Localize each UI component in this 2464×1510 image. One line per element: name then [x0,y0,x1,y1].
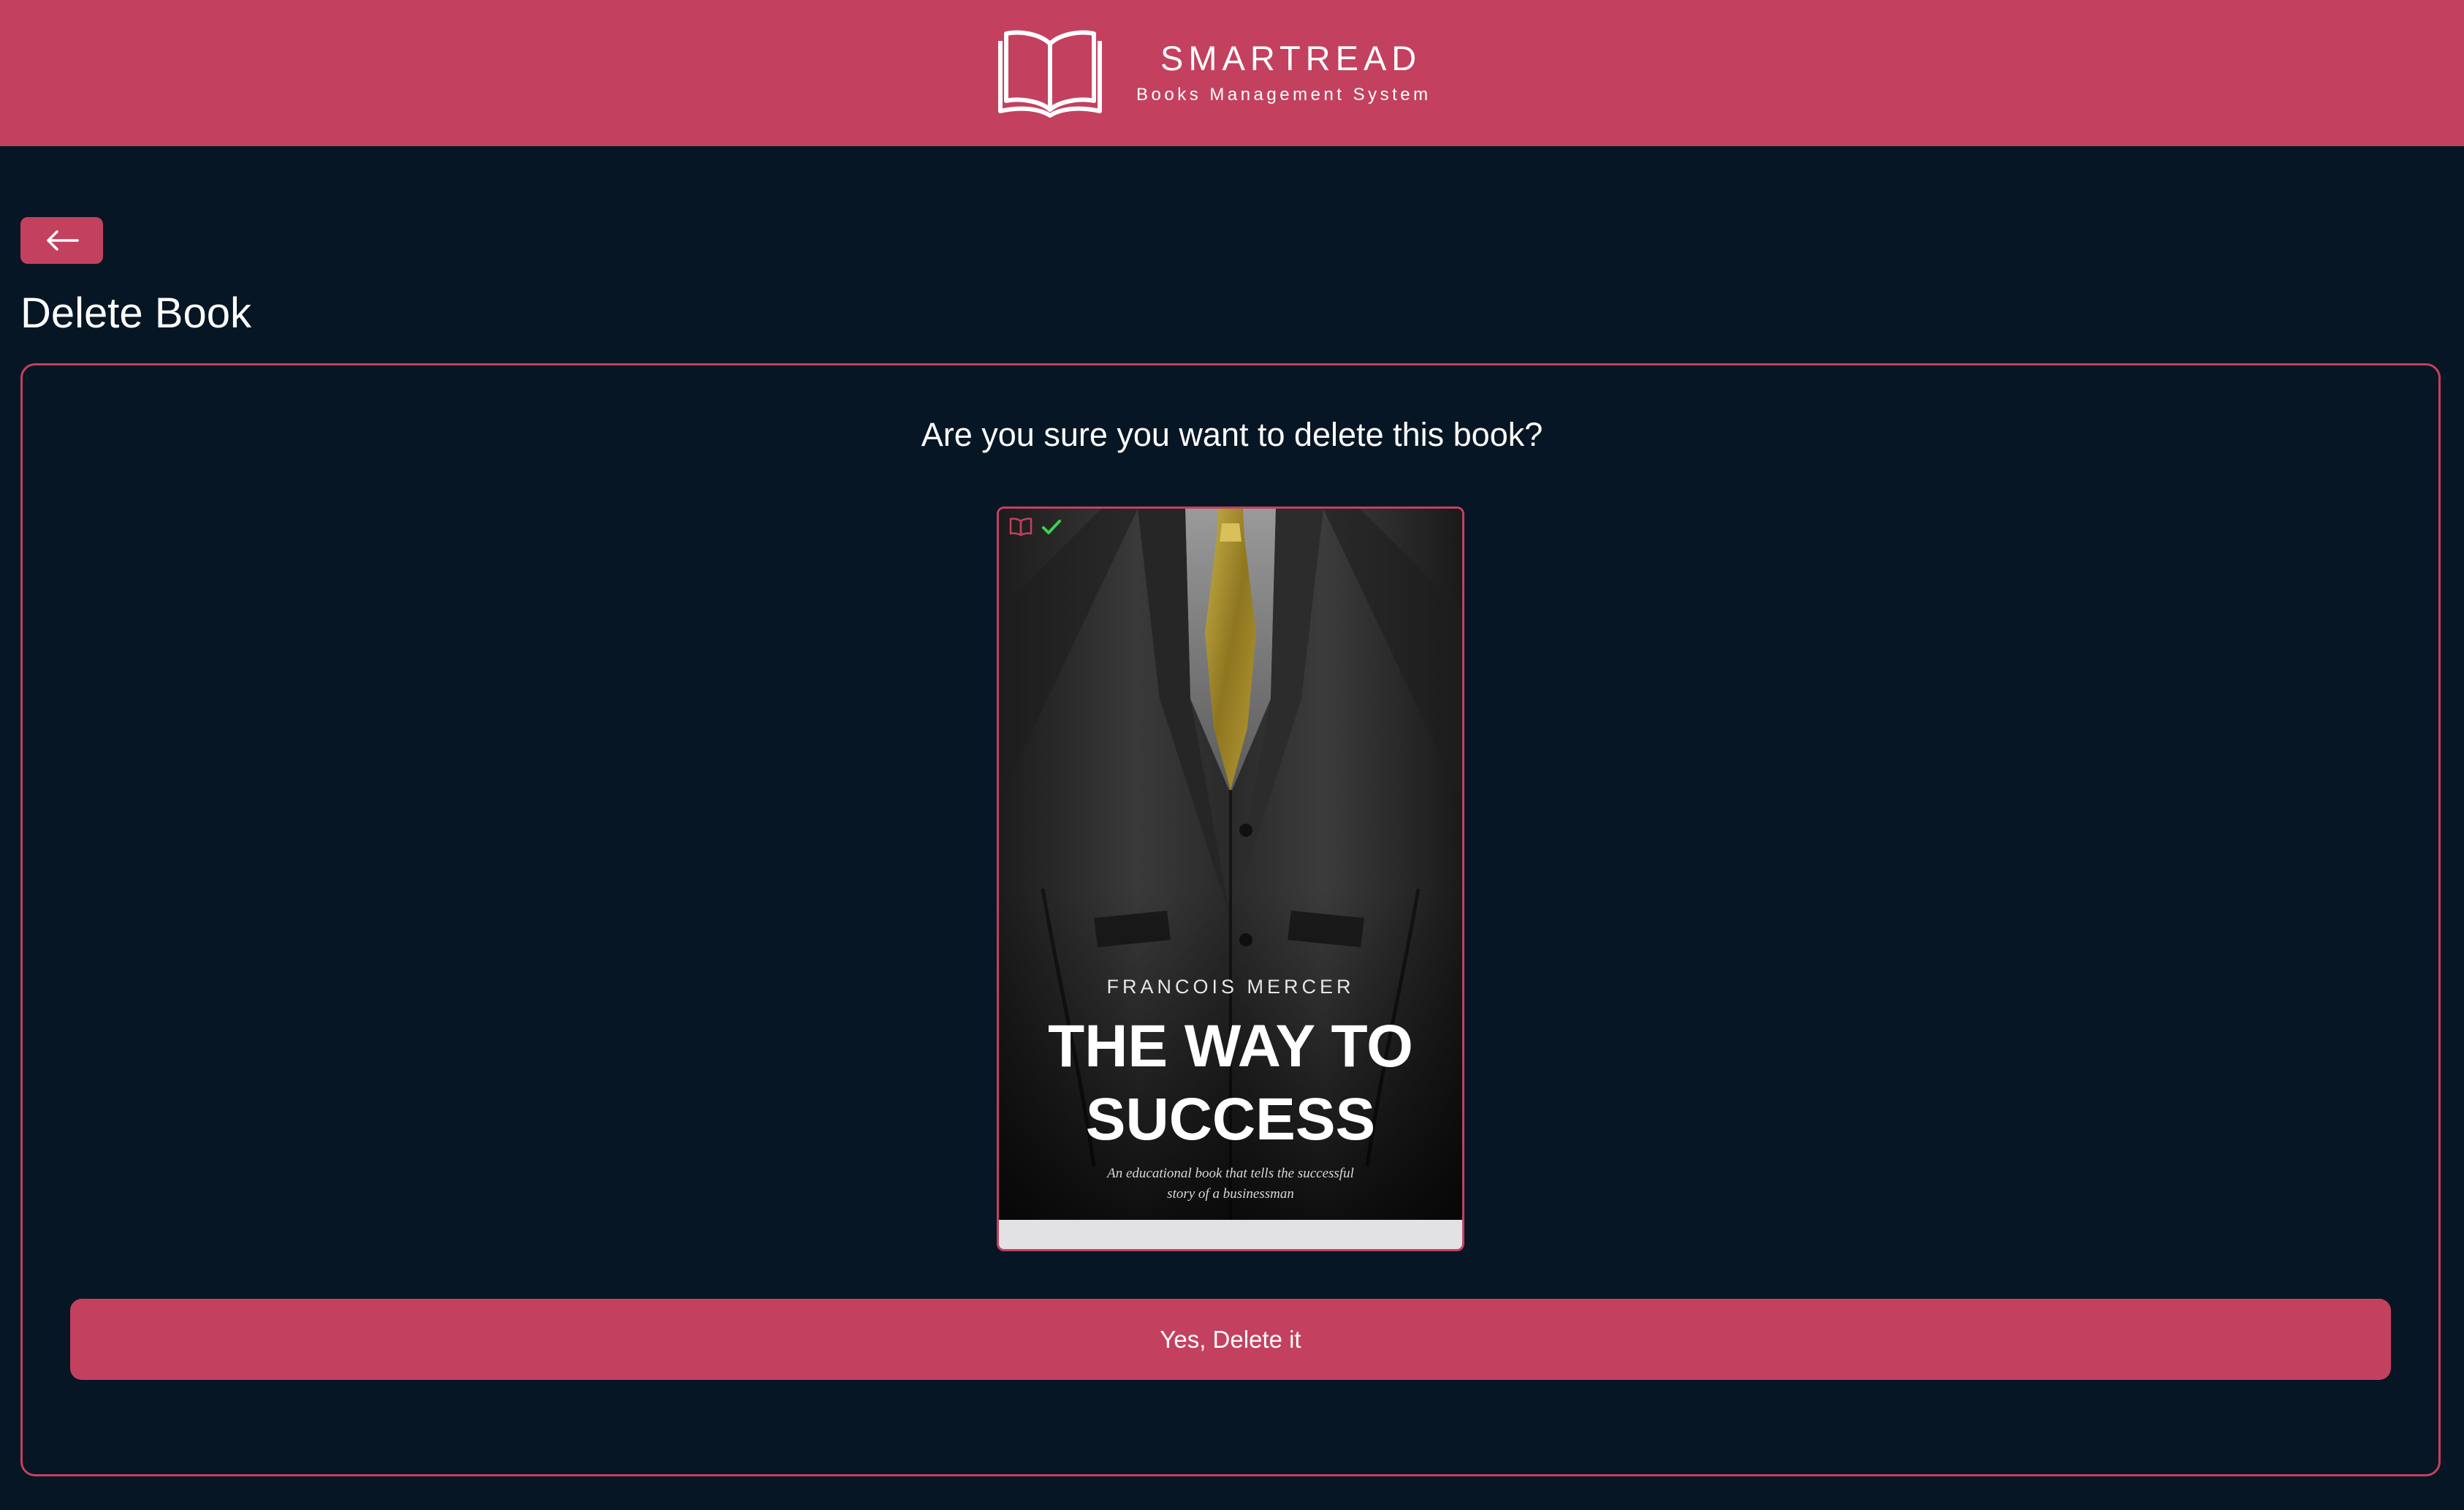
checkmark-icon [1042,520,1061,534]
back-button[interactable] [20,217,103,264]
book-subtitle: An educational book that tells the succe… [1107,1166,1354,1202]
arrow-left-icon [46,230,79,251]
book-status-icons [1009,517,1062,536]
page-title: Delete Book [20,289,251,337]
brand-tagline: Books Management System [1136,85,1431,105]
book-title: THE WAY TO SUCCESS [1048,1013,1413,1153]
app-header: SMARTREAD Books Management System [0,0,2464,146]
book-author: FRANCOIS MERCER [1106,976,1355,998]
book-cover: FRANCOIS MERCER THE WAY TO SUCCESS An ed… [999,509,1462,1220]
book-card-footer [999,1220,1462,1249]
open-book-icon [1009,517,1033,536]
book-card: FRANCOIS MERCER THE WAY TO SUCCESS An ed… [997,507,1464,1251]
confirmation-question: Are you sure you want to delete this boo… [921,416,1543,453]
confirm-delete-button[interactable]: Yes, Delete it [70,1299,2391,1380]
open-book-icon [998,30,1102,118]
brand-name: SMARTREAD [1160,39,1422,77]
